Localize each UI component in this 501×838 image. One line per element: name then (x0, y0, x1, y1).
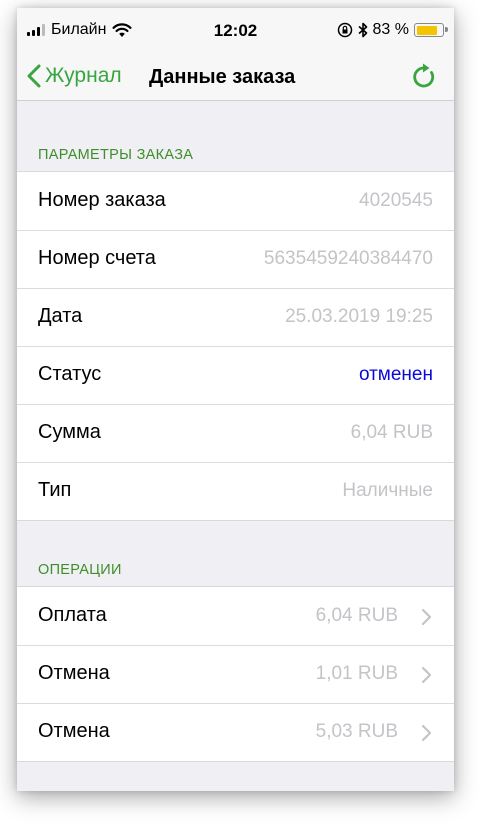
row-value: 6,04 RUB (350, 422, 433, 443)
row-label: Тип (38, 479, 72, 501)
navigation-bar: Журнал Данные заказа (17, 52, 454, 101)
row-amount: Сумма 6,04 RUB (17, 404, 454, 462)
row-label: Отмена (38, 720, 110, 742)
list-item[interactable]: Оплата 6,04 RUB (17, 587, 454, 645)
section-header-operations: ОПЕРАЦИИ (17, 546, 454, 586)
orientation-lock-icon (337, 22, 352, 38)
back-button[interactable]: Журнал (27, 62, 122, 90)
row-label: Отмена (38, 662, 110, 684)
section-header-order-params: ПАРАМЕТРЫ ЗАКАЗА (17, 131, 454, 171)
row-value: Наличные (342, 480, 433, 501)
row-date: Дата 25.03.2019 19:25 (17, 288, 454, 346)
row-label: Оплата (38, 604, 107, 626)
row-label: Номер счета (38, 247, 156, 269)
row-label: Номер заказа (38, 189, 166, 211)
chevron-right-icon (421, 608, 432, 626)
status-badge: отменен (358, 364, 433, 385)
row-label: Статус (38, 363, 102, 385)
status-right: 83 % (337, 20, 448, 40)
row-value: 5,03 RUB (315, 721, 398, 742)
row-status: Статус отменен (17, 346, 454, 404)
phone-screen: Билайн 12:02 83 % Журнал Данные заказа П… (17, 8, 454, 791)
section-header-label: ПАРАМЕТРЫ ЗАКАЗА (38, 147, 194, 163)
chevron-left-icon (27, 64, 41, 88)
battery-icon (414, 23, 448, 37)
row-value: 25.03.2019 19:25 (285, 306, 433, 327)
chevron-right-icon (421, 724, 432, 742)
chevron-right-icon (421, 666, 432, 684)
row-account-number: Номер счета 5635459240384470 (17, 230, 454, 288)
operations-group: Оплата 6,04 RUB Отмена 1,01 RUB Отмена 5… (17, 586, 454, 762)
battery-percent: 83 % (372, 21, 409, 38)
list-item[interactable]: Отмена 5,03 RUB (17, 703, 454, 761)
back-button-label: Журнал (45, 64, 122, 87)
section-header-label: ОПЕРАЦИИ (38, 562, 122, 578)
row-type: Тип Наличные (17, 462, 454, 520)
order-params-group: Номер заказа 4020545 Номер счета 5635459… (17, 171, 454, 521)
row-order-number: Номер заказа 4020545 (17, 172, 454, 230)
row-label: Дата (38, 305, 83, 327)
list-item[interactable]: Отмена 1,01 RUB (17, 645, 454, 703)
row-value: 6,04 RUB (315, 605, 398, 626)
row-label: Сумма (38, 421, 101, 443)
row-value: 4020545 (359, 190, 433, 211)
page-title: Данные заказа (149, 66, 296, 88)
row-value: 5635459240384470 (263, 248, 433, 269)
refresh-icon[interactable] (410, 62, 438, 90)
status-bar: Билайн 12:02 83 % (17, 8, 454, 52)
row-value: 1,01 RUB (315, 663, 398, 684)
bluetooth-icon (358, 22, 367, 38)
